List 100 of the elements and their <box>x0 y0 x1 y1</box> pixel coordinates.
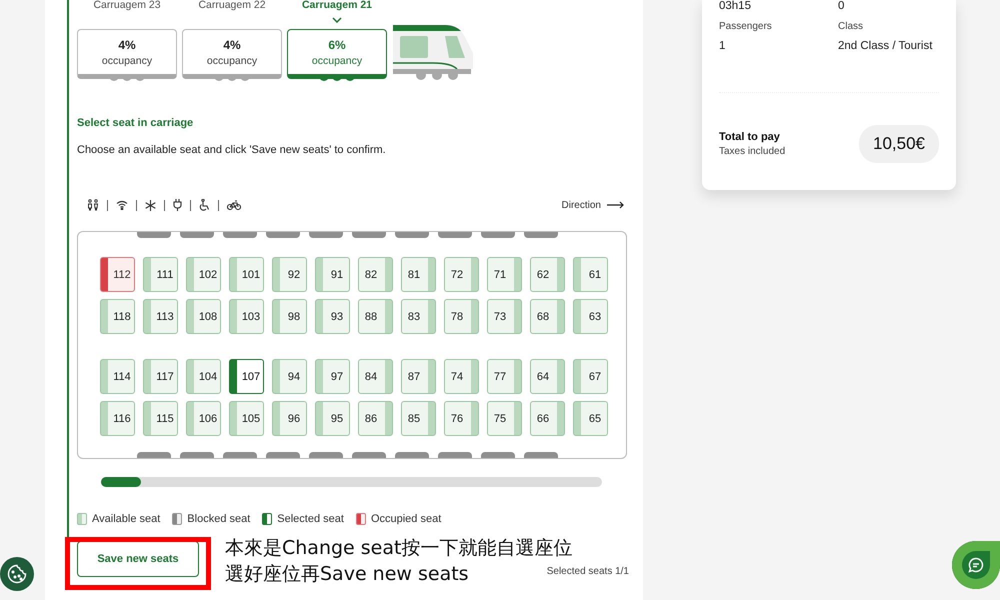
table-marker <box>438 452 472 458</box>
seat[interactable]: 66 <box>530 401 565 436</box>
occupancy-percent: 4% <box>118 38 136 52</box>
carriage-card[interactable]: 6% occupancy <box>287 29 387 81</box>
seat[interactable]: 106 <box>186 401 221 436</box>
seat[interactable]: 63 <box>573 299 608 334</box>
field-label: Passengers <box>719 21 773 32</box>
seat[interactable]: 103 <box>229 299 264 334</box>
seat[interactable]: 94 <box>272 359 307 394</box>
table-marker <box>352 452 386 458</box>
table-marker <box>524 232 558 238</box>
direction-label: Direction <box>562 200 601 210</box>
field-value: 1 <box>719 40 726 52</box>
occupancy-percent: 4% <box>223 38 241 52</box>
seat[interactable]: 82 <box>358 257 393 292</box>
carriage-card[interactable]: 4% occupancy <box>182 29 282 81</box>
annotation-text: 選好座位再Save new seats <box>225 562 469 587</box>
taxes-note: Taxes included <box>719 146 786 157</box>
table-marker <box>395 452 429 458</box>
seat[interactable]: 118 <box>100 299 135 334</box>
seat[interactable]: 64 <box>530 359 565 394</box>
seat[interactable]: 78 <box>444 299 479 334</box>
seat[interactable]: 67 <box>573 359 608 394</box>
annotation-text: 本來是Change seat按一下就能自選座位 <box>225 536 572 561</box>
instruction-text: Choose an available seat and click 'Save new seats' to confirm. <box>77 144 387 156</box>
table-marker <box>524 452 558 458</box>
seat[interactable]: 98 <box>272 299 307 334</box>
seat[interactable]: 93 <box>315 299 350 334</box>
seat[interactable]: 74 <box>444 359 479 394</box>
table-marker <box>438 232 472 238</box>
chat-bubble-icon <box>968 557 984 573</box>
seat[interactable]: 65 <box>573 401 608 436</box>
carriage-card[interactable]: 4% occupancy <box>77 29 177 81</box>
wifi-icon <box>116 200 128 210</box>
seat[interactable]: 108 <box>186 299 221 334</box>
seat[interactable]: 111 <box>143 257 178 292</box>
transfers-value: 0 <box>838 0 846 12</box>
table-marker <box>137 452 171 458</box>
table-marker <box>309 232 343 238</box>
carriage-label: Carruagem 21 <box>302 0 372 11</box>
table-marker <box>352 232 386 238</box>
table-marker <box>481 452 515 458</box>
seat[interactable]: 71 <box>487 257 522 292</box>
seat[interactable]: 62 <box>530 257 565 292</box>
seat[interactable]: 87 <box>401 359 436 394</box>
seat[interactable]: 85 <box>401 401 436 436</box>
seat[interactable]: 113 <box>143 299 178 334</box>
seat[interactable]: 75 <box>487 401 522 436</box>
seat[interactable]: 107 <box>229 359 264 394</box>
occupancy-caption: occupancy <box>312 54 362 66</box>
total-label: Total to pay <box>719 131 781 143</box>
table-marker <box>180 232 214 238</box>
occupancy-caption: occupancy <box>102 54 152 66</box>
seat[interactable]: 76 <box>444 401 479 436</box>
seat[interactable]: 91 <box>315 257 350 292</box>
table-marker <box>395 232 429 238</box>
field-label: Class <box>838 21 864 32</box>
section-title: Select seat in carriage <box>77 117 194 129</box>
seat[interactable]: 114 <box>100 359 135 394</box>
seat[interactable]: 81 <box>401 257 436 292</box>
duration-value: 03h15 <box>719 0 752 12</box>
seat[interactable]: 115 <box>143 401 178 436</box>
seat[interactable]: 72 <box>444 257 479 292</box>
table-marker <box>137 232 171 238</box>
chat-button[interactable] <box>952 541 1000 589</box>
seat[interactable]: 104 <box>186 359 221 394</box>
seat[interactable]: 73 <box>487 299 522 334</box>
seat[interactable]: 102 <box>186 257 221 292</box>
seat[interactable]: 97 <box>315 359 350 394</box>
legend-label: Selected seat <box>277 513 344 525</box>
seat[interactable]: 96 <box>272 401 307 436</box>
table-marker <box>266 232 300 238</box>
save-seats-button[interactable]: Save new seats <box>77 541 199 577</box>
seat[interactable]: 95 <box>315 401 350 436</box>
chevron-down-icon <box>332 17 342 23</box>
seat[interactable]: 101 <box>229 257 264 292</box>
table-marker <box>180 452 214 458</box>
horizontal-scrollbar[interactable] <box>101 477 602 487</box>
seat[interactable]: 105 <box>229 401 264 436</box>
seat[interactable]: 88 <box>358 299 393 334</box>
seat[interactable]: 83 <box>401 299 436 334</box>
cookie-settings-button[interactable] <box>0 557 34 591</box>
seat[interactable]: 92 <box>272 257 307 292</box>
seat[interactable]: 68 <box>530 299 565 334</box>
carriage-label: Carruagem 22 <box>198 0 266 11</box>
seat[interactable]: 116 <box>100 401 135 436</box>
wheelchair-icon <box>199 199 210 211</box>
seat[interactable]: 117 <box>143 359 178 394</box>
seat[interactable]: 112 <box>100 257 135 292</box>
plug-icon <box>173 199 182 211</box>
occupancy-caption: occupancy <box>206 54 258 66</box>
seat[interactable]: 77 <box>487 359 522 394</box>
seat[interactable]: 86 <box>358 401 393 436</box>
legend-label: Available seat <box>92 513 160 525</box>
legend-label: Occupied seat <box>370 513 442 525</box>
seat[interactable]: 61 <box>573 257 608 292</box>
cookie-icon <box>7 564 27 584</box>
seat[interactable]: 84 <box>358 359 393 394</box>
table-marker <box>266 452 300 458</box>
table-marker <box>481 232 515 238</box>
